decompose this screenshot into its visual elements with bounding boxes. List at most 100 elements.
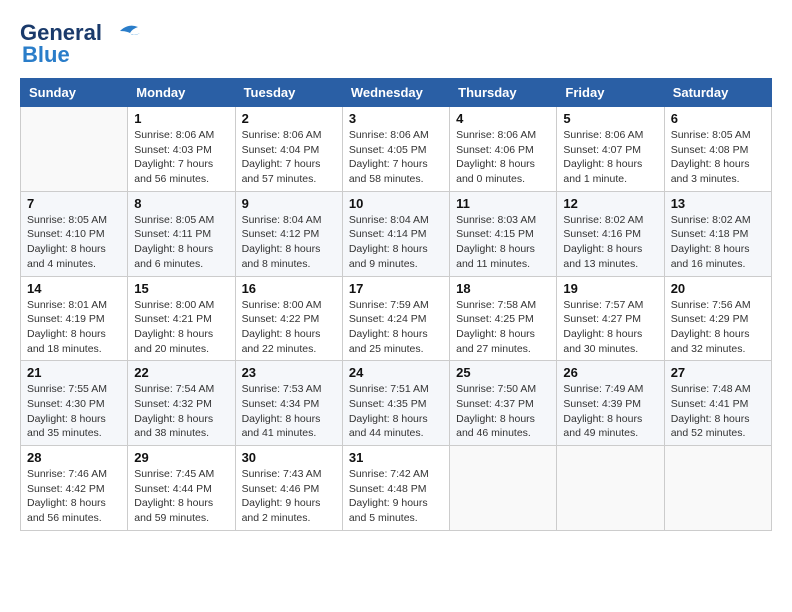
calendar-cell: 19Sunrise: 7:57 AM Sunset: 4:27 PM Dayli… (557, 276, 664, 361)
day-info: Sunrise: 8:04 AM Sunset: 4:12 PM Dayligh… (242, 213, 336, 272)
calendar-table: SundayMondayTuesdayWednesdayThursdayFrid… (20, 78, 772, 531)
day-info: Sunrise: 8:06 AM Sunset: 4:03 PM Dayligh… (134, 128, 228, 187)
day-info: Sunrise: 7:59 AM Sunset: 4:24 PM Dayligh… (349, 298, 443, 357)
calendar-cell (450, 446, 557, 531)
day-number: 8 (134, 196, 228, 211)
day-info: Sunrise: 8:05 AM Sunset: 4:11 PM Dayligh… (134, 213, 228, 272)
day-info: Sunrise: 7:43 AM Sunset: 4:46 PM Dayligh… (242, 467, 336, 526)
calendar-cell: 17Sunrise: 7:59 AM Sunset: 4:24 PM Dayli… (342, 276, 449, 361)
day-info: Sunrise: 7:49 AM Sunset: 4:39 PM Dayligh… (563, 382, 657, 441)
weekday-header-thursday: Thursday (450, 79, 557, 107)
weekday-header-saturday: Saturday (664, 79, 771, 107)
calendar-cell: 1 Sunrise: 8:06 AM Sunset: 4:03 PM Daylig… (128, 107, 235, 192)
calendar-cell (21, 107, 128, 192)
day-info: Sunrise: 8:00 AM Sunset: 4:22 PM Dayligh… (242, 298, 336, 357)
day-info: Sunrise: 7:45 AM Sunset: 4:44 PM Dayligh… (134, 467, 228, 526)
day-number: 20 (671, 281, 765, 296)
calendar-cell: 30 Sunrise: 7:43 AM Sunset: 4:46 PM Dayli… (235, 446, 342, 531)
calendar-cell: 10 Sunrise: 8:04 AM Sunset: 4:14 PM Dayli… (342, 191, 449, 276)
day-info: Sunrise: 8:06 AM Sunset: 4:04 PM Dayligh… (242, 128, 336, 187)
logo-bird-icon (110, 23, 148, 45)
day-number: 5 (563, 111, 657, 126)
calendar-cell: 26 Sunrise: 7:49 AM Sunset: 4:39 PM Dayli… (557, 361, 664, 446)
calendar-cell: 15Sunrise: 8:00 AM Sunset: 4:21 PM Dayli… (128, 276, 235, 361)
day-number: 11 (456, 196, 550, 211)
day-number: 15 (134, 281, 228, 296)
calendar-week-1: 1 Sunrise: 8:06 AM Sunset: 4:03 PM Daylig… (21, 107, 772, 192)
calendar-cell: 27 Sunrise: 7:48 AM Sunset: 4:41 PM Dayli… (664, 361, 771, 446)
weekday-header-friday: Friday (557, 79, 664, 107)
day-info: Sunrise: 7:56 AM Sunset: 4:29 PM Dayligh… (671, 298, 765, 357)
day-number: 7 (27, 196, 121, 211)
calendar-cell: 21Sunrise: 7:55 AM Sunset: 4:30 PM Dayli… (21, 361, 128, 446)
calendar-cell: 29Sunrise: 7:45 AM Sunset: 4:44 PM Dayli… (128, 446, 235, 531)
logo: General Blue (20, 20, 148, 68)
weekday-header-monday: Monday (128, 79, 235, 107)
day-number: 9 (242, 196, 336, 211)
day-info: Sunrise: 8:06 AM Sunset: 4:07 PM Dayligh… (563, 128, 657, 187)
calendar-cell: 28Sunrise: 7:46 AM Sunset: 4:42 PM Dayli… (21, 446, 128, 531)
calendar-cell (664, 446, 771, 531)
day-number: 28 (27, 450, 121, 465)
calendar-cell: 23 Sunrise: 7:53 AM Sunset: 4:34 PM Dayli… (235, 361, 342, 446)
day-info: Sunrise: 7:42 AM Sunset: 4:48 PM Dayligh… (349, 467, 443, 526)
day-info: Sunrise: 8:03 AM Sunset: 4:15 PM Dayligh… (456, 213, 550, 272)
day-number: 16 (242, 281, 336, 296)
day-number: 30 (242, 450, 336, 465)
calendar-body: 1 Sunrise: 8:06 AM Sunset: 4:03 PM Daylig… (21, 107, 772, 531)
calendar-cell: 31 Sunrise: 7:42 AM Sunset: 4:48 PM Dayli… (342, 446, 449, 531)
day-number: 13 (671, 196, 765, 211)
day-number: 4 (456, 111, 550, 126)
day-info: Sunrise: 7:58 AM Sunset: 4:25 PM Dayligh… (456, 298, 550, 357)
day-number: 31 (349, 450, 443, 465)
day-info: Sunrise: 8:02 AM Sunset: 4:18 PM Dayligh… (671, 213, 765, 272)
day-number: 23 (242, 365, 336, 380)
day-number: 12 (563, 196, 657, 211)
calendar-cell: 14 Sunrise: 8:01 AM Sunset: 4:19 PM Dayli… (21, 276, 128, 361)
weekday-header-wednesday: Wednesday (342, 79, 449, 107)
calendar-cell: 25 Sunrise: 7:50 AM Sunset: 4:37 PM Dayli… (450, 361, 557, 446)
calendar-cell: 16 Sunrise: 8:00 AM Sunset: 4:22 PM Dayli… (235, 276, 342, 361)
calendar-cell: 5 Sunrise: 8:06 AM Sunset: 4:07 PM Daylig… (557, 107, 664, 192)
day-number: 18 (456, 281, 550, 296)
calendar-week-2: 7 Sunrise: 8:05 AM Sunset: 4:10 PM Daylig… (21, 191, 772, 276)
day-info: Sunrise: 7:57 AM Sunset: 4:27 PM Dayligh… (563, 298, 657, 357)
calendar-cell: 12 Sunrise: 8:02 AM Sunset: 4:16 PM Dayli… (557, 191, 664, 276)
calendar-header: SundayMondayTuesdayWednesdayThursdayFrid… (21, 79, 772, 107)
day-number: 14 (27, 281, 121, 296)
day-info: Sunrise: 7:48 AM Sunset: 4:41 PM Dayligh… (671, 382, 765, 441)
logo-blue-text: Blue (20, 42, 70, 68)
day-info: Sunrise: 8:05 AM Sunset: 4:08 PM Dayligh… (671, 128, 765, 187)
calendar-cell: 2Sunrise: 8:06 AM Sunset: 4:04 PM Daylig… (235, 107, 342, 192)
day-number: 10 (349, 196, 443, 211)
calendar-cell: 11 Sunrise: 8:03 AM Sunset: 4:15 PM Dayli… (450, 191, 557, 276)
weekday-header-sunday: Sunday (21, 79, 128, 107)
day-info: Sunrise: 8:05 AM Sunset: 4:10 PM Dayligh… (27, 213, 121, 272)
day-number: 1 (134, 111, 228, 126)
calendar-cell: 8 Sunrise: 8:05 AM Sunset: 4:11 PM Daylig… (128, 191, 235, 276)
calendar-cell: 18 Sunrise: 7:58 AM Sunset: 4:25 PM Dayli… (450, 276, 557, 361)
day-info: Sunrise: 8:04 AM Sunset: 4:14 PM Dayligh… (349, 213, 443, 272)
day-info: Sunrise: 8:06 AM Sunset: 4:05 PM Dayligh… (349, 128, 443, 187)
calendar-cell (557, 446, 664, 531)
day-number: 22 (134, 365, 228, 380)
day-number: 27 (671, 365, 765, 380)
day-info: Sunrise: 7:54 AM Sunset: 4:32 PM Dayligh… (134, 382, 228, 441)
calendar-week-4: 21Sunrise: 7:55 AM Sunset: 4:30 PM Dayli… (21, 361, 772, 446)
day-info: Sunrise: 7:55 AM Sunset: 4:30 PM Dayligh… (27, 382, 121, 441)
calendar-cell: 4Sunrise: 8:06 AM Sunset: 4:06 PM Daylig… (450, 107, 557, 192)
weekday-header-tuesday: Tuesday (235, 79, 342, 107)
calendar-cell: 24 Sunrise: 7:51 AM Sunset: 4:35 PM Dayli… (342, 361, 449, 446)
calendar-week-5: 28Sunrise: 7:46 AM Sunset: 4:42 PM Dayli… (21, 446, 772, 531)
day-info: Sunrise: 7:50 AM Sunset: 4:37 PM Dayligh… (456, 382, 550, 441)
day-number: 26 (563, 365, 657, 380)
day-number: 24 (349, 365, 443, 380)
day-info: Sunrise: 7:53 AM Sunset: 4:34 PM Dayligh… (242, 382, 336, 441)
day-number: 3 (349, 111, 443, 126)
calendar-cell: 13 Sunrise: 8:02 AM Sunset: 4:18 PM Dayli… (664, 191, 771, 276)
day-info: Sunrise: 8:01 AM Sunset: 4:19 PM Dayligh… (27, 298, 121, 357)
day-info: Sunrise: 7:51 AM Sunset: 4:35 PM Dayligh… (349, 382, 443, 441)
day-info: Sunrise: 8:02 AM Sunset: 4:16 PM Dayligh… (563, 213, 657, 272)
day-number: 25 (456, 365, 550, 380)
calendar-cell: 7 Sunrise: 8:05 AM Sunset: 4:10 PM Daylig… (21, 191, 128, 276)
